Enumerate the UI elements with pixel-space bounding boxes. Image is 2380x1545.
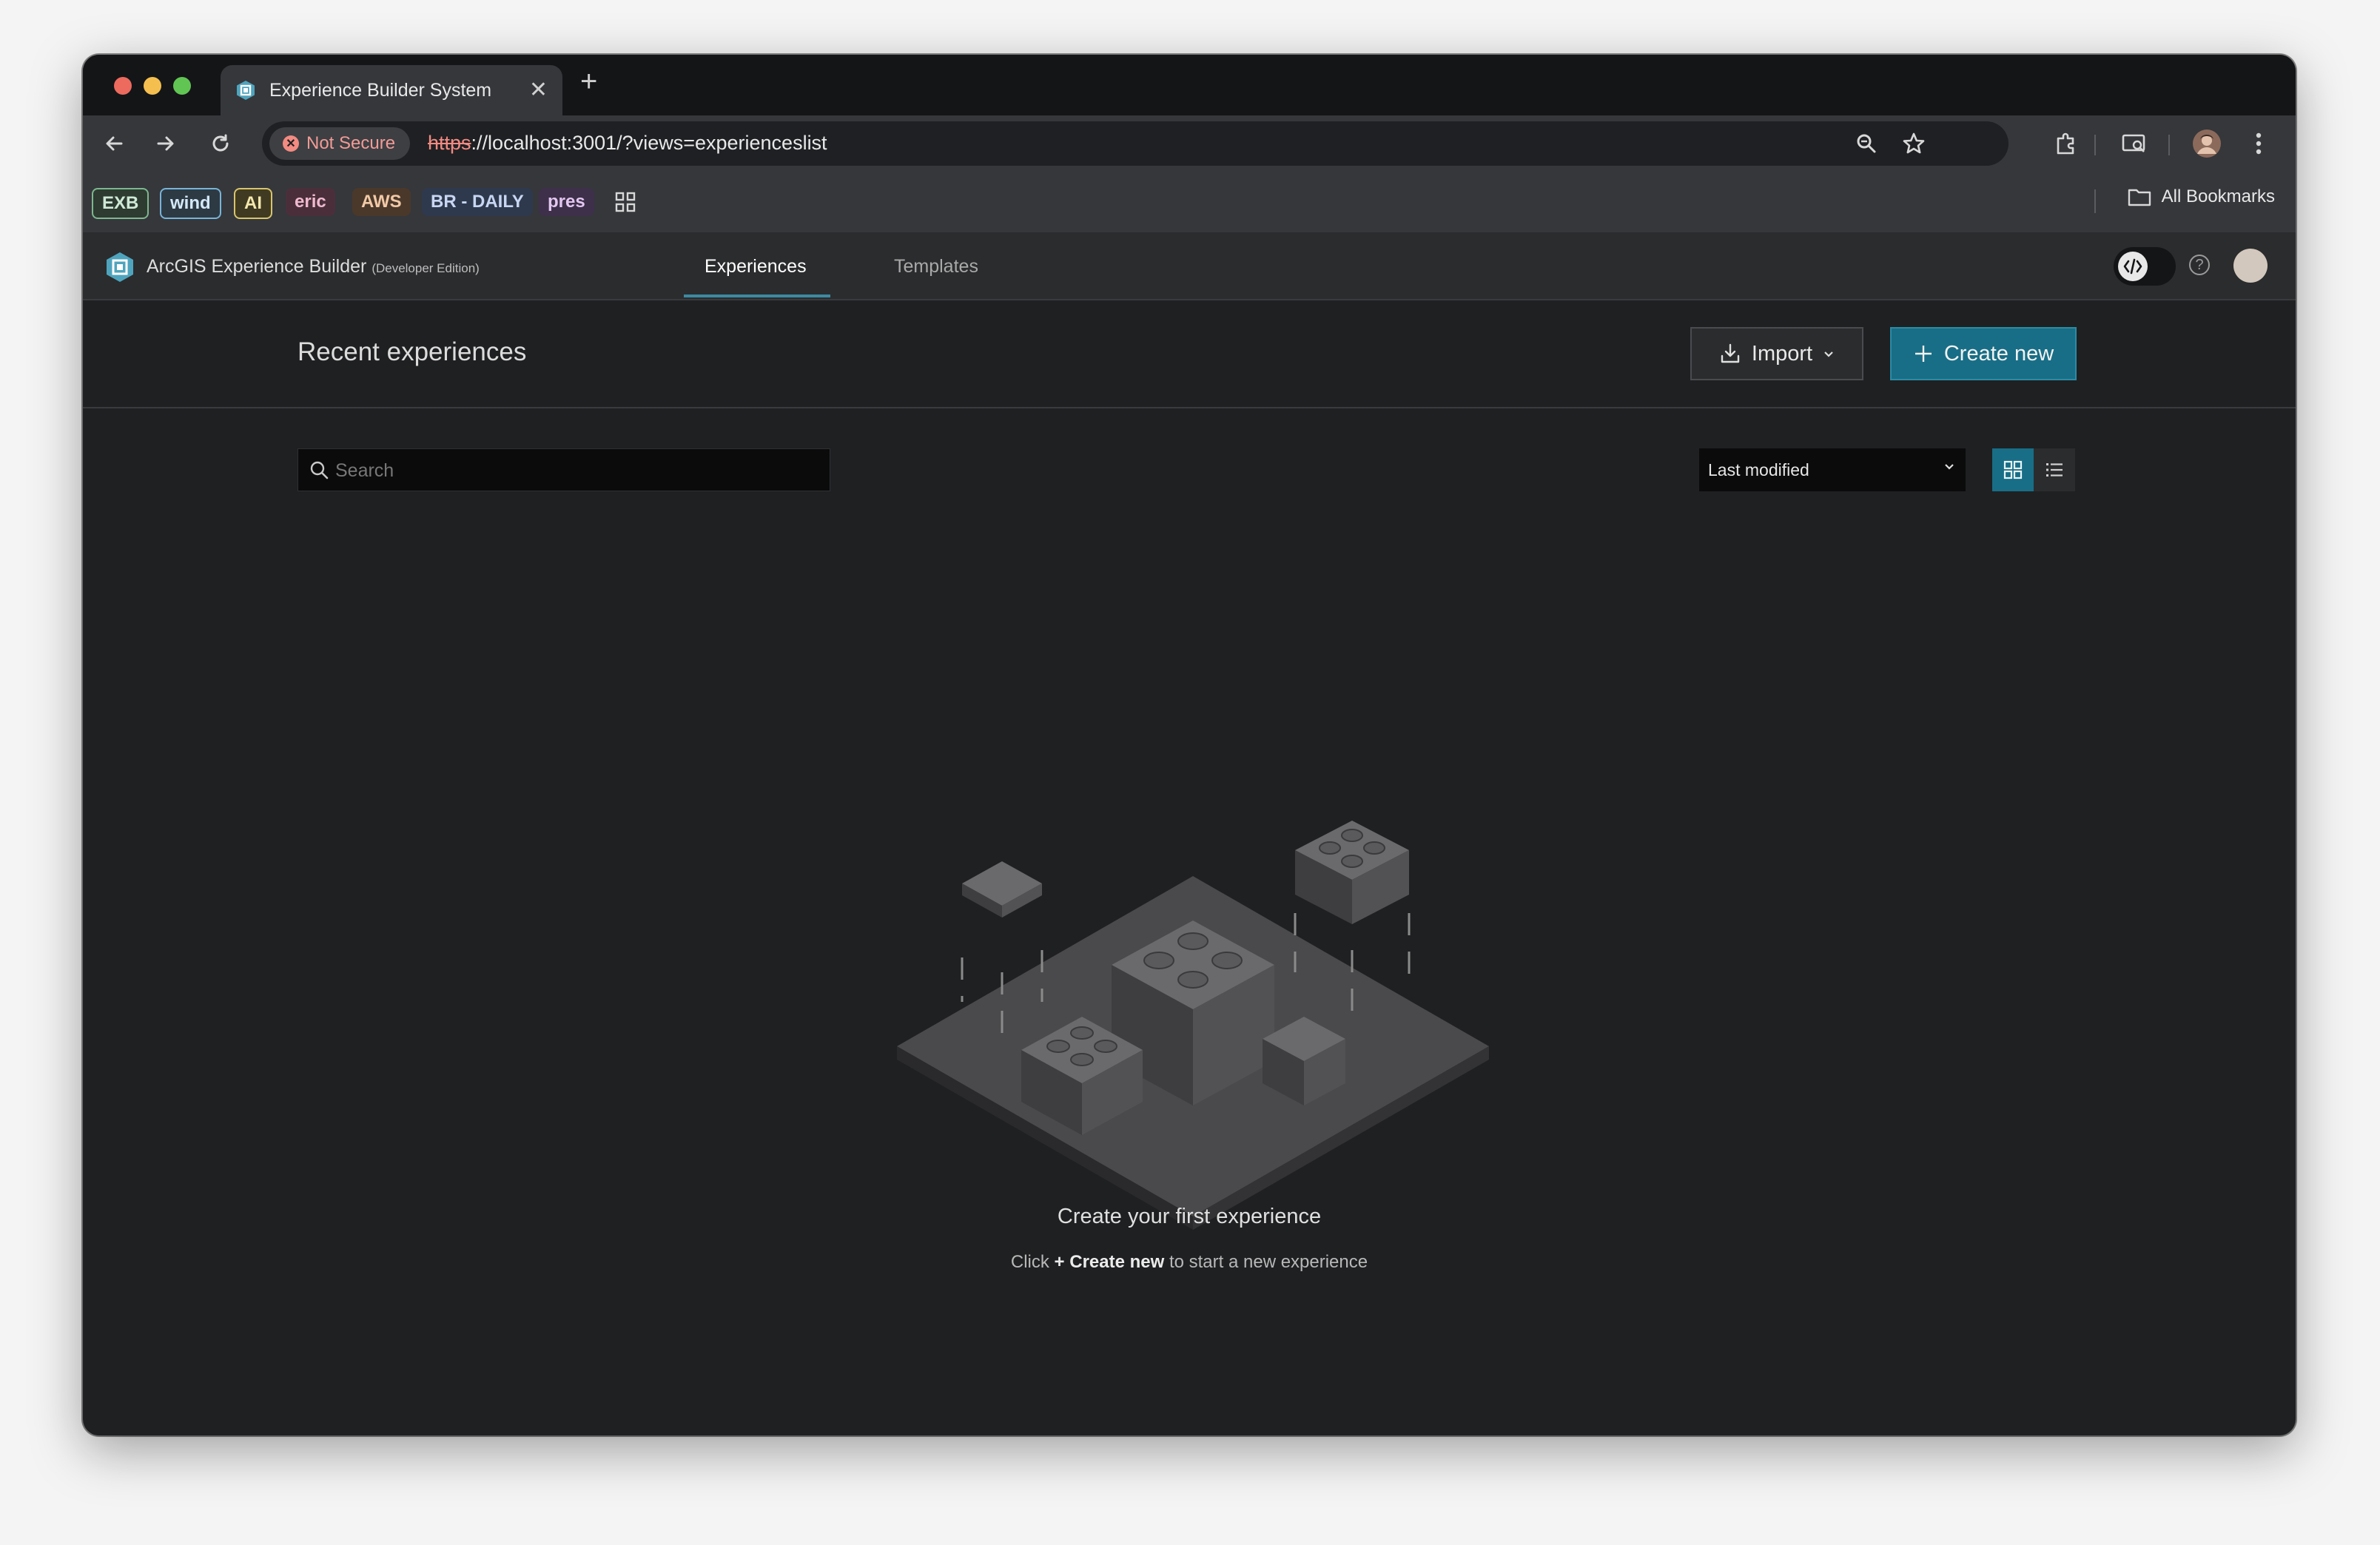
active-tab-indicator (684, 294, 830, 297)
import-button[interactable]: Import (1690, 327, 1863, 380)
apps-grid-icon[interactable] (614, 191, 636, 217)
browser-tab[interactable]: Experience Builder System ✕ (221, 65, 562, 115)
menu-icon[interactable] (2244, 129, 2273, 158)
minimize-window-button[interactable] (144, 77, 161, 95)
bookmark-eric[interactable]: eric (286, 188, 335, 216)
bookmark-exb[interactable]: EXB (92, 188, 149, 219)
bookmark-pres[interactable]: pres (539, 188, 594, 216)
not-secure-icon: ✕ (283, 135, 299, 152)
url-scheme: https (428, 132, 471, 154)
toolbar-separator (2168, 135, 2170, 155)
tab-experiences[interactable]: Experiences (705, 256, 807, 277)
bookmark-ai[interactable]: AI (234, 188, 272, 219)
tab-strip: Experience Builder System ✕ + (83, 55, 2296, 115)
chevron-down-icon (1824, 351, 1833, 357)
grid-view-icon (2003, 460, 2023, 479)
search-box[interactable] (298, 448, 830, 492)
empty-hint-suffix: to start a new experience (1164, 1252, 1368, 1272)
toolbar-separator (2094, 135, 2096, 155)
create-new-label: Create new (1943, 341, 2054, 366)
bookmark-wind[interactable]: wind (160, 188, 221, 219)
sort-value: Last modified (1708, 460, 1809, 479)
list-view-button[interactable] (2034, 448, 2075, 491)
all-bookmarks-label: All Bookmarks (2161, 186, 2275, 206)
folder-icon (2128, 189, 2151, 206)
close-window-button[interactable] (114, 77, 132, 95)
back-icon[interactable] (99, 129, 129, 158)
search-input[interactable] (334, 449, 810, 492)
address-bar[interactable]: ✕ Not Secure https://localhost:3001/?vie… (262, 121, 2008, 166)
search-icon (310, 461, 329, 479)
url-path: ://localhost:3001/?views=experienceslist (471, 132, 827, 154)
app-name: ArcGIS Experience Builder (147, 256, 367, 277)
app-edition: (Developer Edition) (372, 261, 480, 275)
tab-title: Experience Builder System (269, 80, 492, 101)
extensions-icon[interactable] (2051, 129, 2081, 158)
list-view-icon (2046, 463, 2063, 477)
empty-hint-prefix: Click (1010, 1252, 1055, 1272)
chevron-down-icon (1945, 464, 1954, 470)
app-header: ArcGIS Experience Builder (Developer Edi… (83, 234, 2296, 300)
security-chip-label: Not Secure (306, 133, 396, 153)
close-tab-icon[interactable]: ✕ (529, 77, 548, 103)
app-title: ArcGIS Experience Builder (Developer Edi… (147, 256, 480, 277)
empty-state-illustration (897, 821, 1489, 1230)
empty-state-hint: Click + Create new to start a new experi… (83, 1252, 2296, 1273)
empty-state-title: Create your first experience (1057, 1205, 1322, 1228)
grid-view-button[interactable] (1992, 448, 2034, 491)
window-controls (114, 77, 191, 95)
star-icon[interactable] (1899, 129, 1929, 158)
bookmarks-bar: EXB wind AI eric AWS BR - DAILY pres All… (83, 172, 2296, 234)
cast-icon[interactable] (2120, 129, 2149, 158)
zoom-window-button[interactable] (173, 77, 191, 95)
reload-icon[interactable] (206, 129, 235, 158)
exb-favicon-icon (237, 81, 255, 100)
theme-toggle[interactable] (2114, 247, 2176, 286)
security-chip[interactable]: ✕ Not Secure (269, 127, 411, 160)
url-text[interactable]: https://localhost:3001/?views=experience… (428, 132, 827, 155)
bookmark-aws[interactable]: AWS (352, 188, 411, 216)
bookmarks-separator (2094, 189, 2096, 213)
tab-templates[interactable]: Templates (894, 256, 978, 277)
browser-toolbar: ✕ Not Secure https://localhost:3001/?vie… (83, 115, 2296, 172)
import-label: Import (1751, 341, 1813, 366)
plus-icon (1915, 346, 1932, 362)
help-icon[interactable]: ? (2189, 255, 2210, 275)
bookmark-br-daily[interactable]: BR - DAILY (422, 188, 533, 216)
profile-icon[interactable] (2192, 129, 2222, 158)
download-icon (1721, 343, 1740, 363)
page-title: Recent experiences (298, 337, 527, 366)
empty-hint-create-new: + Create new (1054, 1252, 1165, 1272)
page-header: Recent experiences Import Create new (83, 300, 2296, 408)
create-new-button[interactable]: Create new (1890, 327, 2077, 380)
avatar[interactable] (2233, 249, 2268, 283)
code-icon (2118, 252, 2148, 281)
new-tab-button[interactable]: + (580, 65, 597, 98)
zoom-icon[interactable] (1852, 129, 1881, 158)
forward-icon[interactable] (151, 129, 181, 158)
browser-window: Experience Builder System ✕ + ✕ Not Secu… (83, 55, 2296, 1435)
all-bookmarks-button[interactable]: All Bookmarks (2128, 186, 2275, 207)
exb-logo-icon (107, 252, 133, 282)
sort-select[interactable]: Last modified (1699, 448, 1966, 491)
